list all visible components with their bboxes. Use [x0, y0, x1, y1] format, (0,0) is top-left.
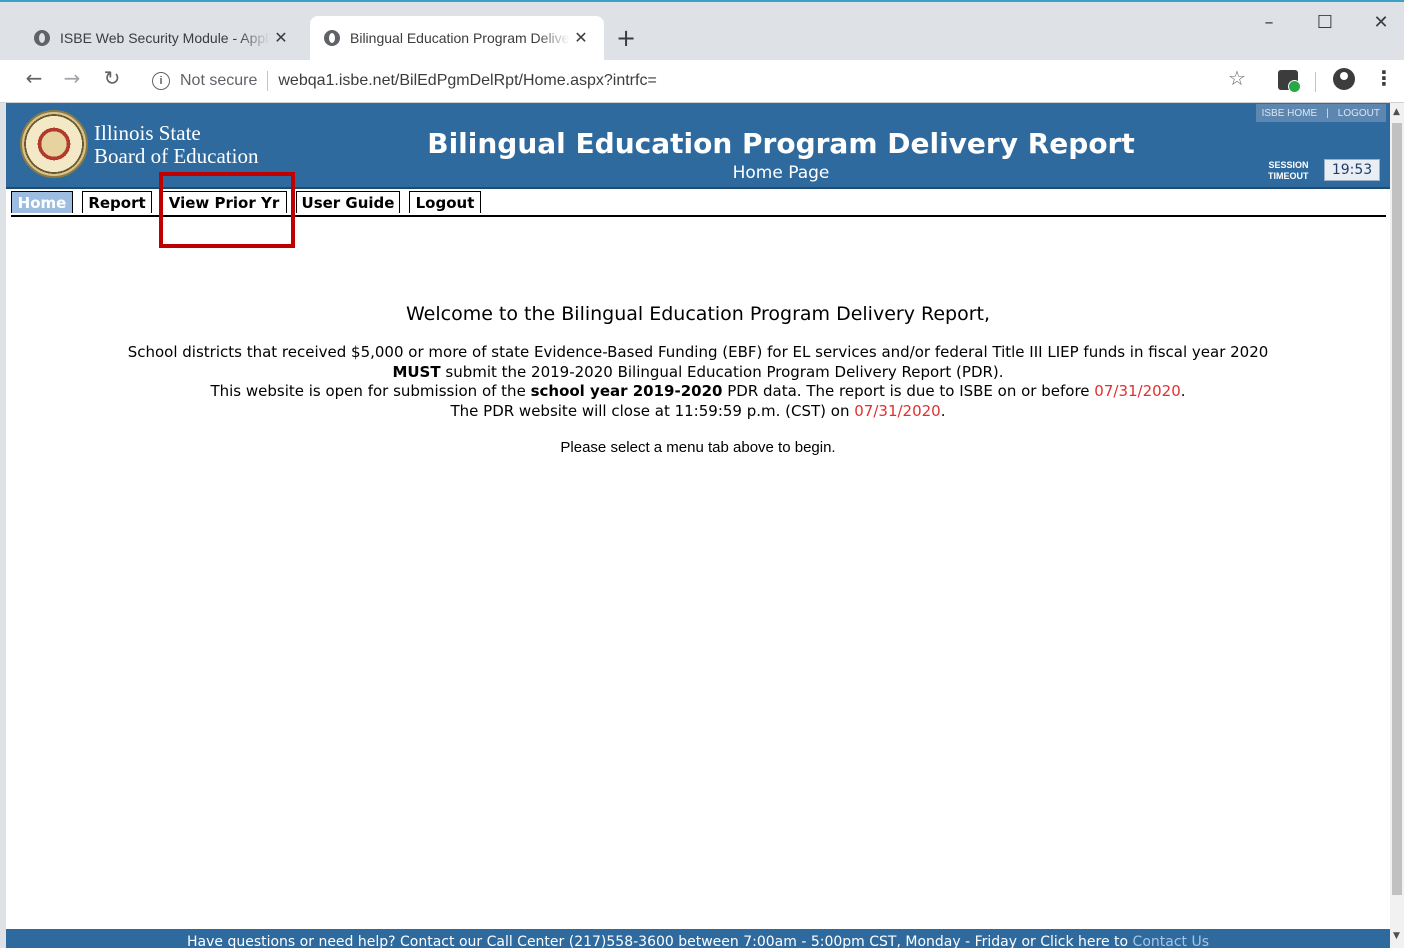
browser-tab-strip: ISBE Web Security Module - Application ✕… — [0, 2, 1404, 60]
minimize-button[interactable]: – — [1246, 12, 1292, 33]
globe-icon — [34, 30, 50, 46]
eligibility-line: School districts that received $5,000 or… — [127, 343, 1269, 361]
org-name: Illinois State Board of Education — [94, 122, 258, 168]
closing-period: . — [940, 401, 946, 420]
submission-text-b: PDR data. The report is due to ISBE on o… — [722, 382, 1095, 400]
tab-logout[interactable]: Logout — [409, 191, 481, 213]
page-subtitle: Home Page — [732, 163, 830, 183]
info-icon[interactable]: i — [152, 72, 170, 90]
address-bar[interactable]: i Not secure webqa1.isbe.net/BilEdPgmDel… — [140, 64, 1260, 98]
due-date: 07/31/2020 — [1094, 382, 1181, 400]
browser-toolbar: ← → ↻ i Not secure webqa1.isbe.net/BilEd… — [0, 60, 1404, 103]
submission-line: This website is open for submission of t… — [6, 382, 1390, 402]
vertical-scrollbar[interactable]: ▲ ▼ — [1390, 103, 1404, 948]
browser-tab-pdr[interactable]: Bilingual Education Program Delivery ✕ — [310, 16, 604, 60]
close-window-button[interactable]: ✕ — [1358, 12, 1404, 33]
extension-icon[interactable] — [1278, 70, 1301, 93]
must-line: MUST submit the 2019-2020 Bilingual Educ… — [6, 363, 1390, 383]
session-timer: 19:53 — [1324, 159, 1380, 181]
scroll-up-arrow-icon[interactable]: ▲ — [1393, 107, 1400, 117]
org-name-line2: Board of Education — [94, 144, 259, 168]
scrollbar-thumb[interactable] — [1392, 123, 1402, 895]
toolbar-divider — [1315, 72, 1316, 92]
top-logout-link[interactable]: LOGOUT — [1338, 108, 1380, 119]
submission-text-a: This website is open for submission of t… — [210, 382, 531, 400]
footer-text: Have questions or need help? Contact our… — [186, 934, 1133, 948]
contact-us-link[interactable]: Contact Us — [1133, 934, 1209, 948]
select-tab-message: Please select a menu tab above to begin. — [560, 439, 836, 456]
globe-icon — [324, 30, 340, 46]
close-date: 07/31/2020 — [854, 401, 941, 420]
close-tab-icon[interactable]: ✕ — [270, 28, 292, 48]
must-line-text: submit the 2019-2020 Bilingual Education… — [440, 362, 1004, 381]
browser-tab-title: ISBE Web Security Module - Application — [60, 30, 270, 46]
isbe-home-link[interactable]: ISBE HOME — [1262, 108, 1318, 119]
session-label-line1: SESSION — [1268, 160, 1309, 170]
session-timeout-label: SESSION TIMEOUT — [1268, 160, 1309, 182]
help-footer: Have questions or need help? Contact our… — [6, 929, 1390, 948]
tab-home[interactable]: Home — [11, 191, 73, 213]
browser-menu-icon[interactable]: ⋮ — [1374, 66, 1394, 90]
browser-tab-security-module[interactable]: ISBE Web Security Module - Application ✕ — [20, 16, 304, 60]
must-emphasis: MUST — [392, 362, 441, 381]
page-viewport: Illinois State Board of Education Biling… — [6, 103, 1390, 948]
tab-user-guide[interactable]: User Guide — [296, 191, 400, 213]
url-text[interactable]: webqa1.isbe.net/BilEdPgmDelRpt/Home.aspx… — [278, 72, 656, 90]
scroll-down-arrow-icon[interactable]: ▼ — [1393, 931, 1400, 941]
school-year-emphasis: school year 2019-2020 — [530, 382, 723, 400]
submission-period: . — [1180, 382, 1186, 400]
closing-text: The PDR website will close at 11:59:59 p… — [450, 401, 855, 420]
profile-avatar-icon[interactable] — [1333, 68, 1355, 90]
forward-arrow-icon[interactable]: → — [58, 66, 86, 90]
back-arrow-icon[interactable]: ← — [20, 66, 48, 90]
welcome-paragraph: School districts that received $5,000 or… — [6, 343, 1390, 421]
browser-tab-title: Bilingual Education Program Delivery — [350, 30, 570, 46]
close-tab-icon[interactable]: ✕ — [570, 28, 592, 48]
security-label: Not secure — [180, 72, 258, 89]
reload-icon[interactable]: ↻ — [98, 66, 126, 90]
maximize-button[interactable]: ☐ — [1302, 12, 1348, 33]
welcome-content: Welcome to the Bilingual Education Progr… — [6, 303, 1390, 456]
tab-report[interactable]: Report — [82, 191, 152, 213]
new-tab-button[interactable]: + — [616, 24, 636, 52]
state-seal-logo — [20, 110, 88, 178]
page-title: Bilingual Education Program Delivery Rep… — [427, 127, 1135, 160]
omnibox-separator — [267, 71, 269, 91]
welcome-heading: Welcome to the Bilingual Education Progr… — [405, 303, 991, 325]
annotation-highlight-box — [159, 172, 295, 248]
org-name-line1: Illinois State — [94, 121, 201, 145]
closing-line: The PDR website will close at 11:59:59 p… — [6, 402, 1390, 422]
link-separator: | — [1326, 107, 1329, 119]
session-label-line2: TIMEOUT — [1268, 171, 1309, 181]
bookmark-star-icon[interactable]: ☆ — [1228, 66, 1246, 90]
top-links: ISBE HOME | LOGOUT — [1255, 104, 1386, 122]
